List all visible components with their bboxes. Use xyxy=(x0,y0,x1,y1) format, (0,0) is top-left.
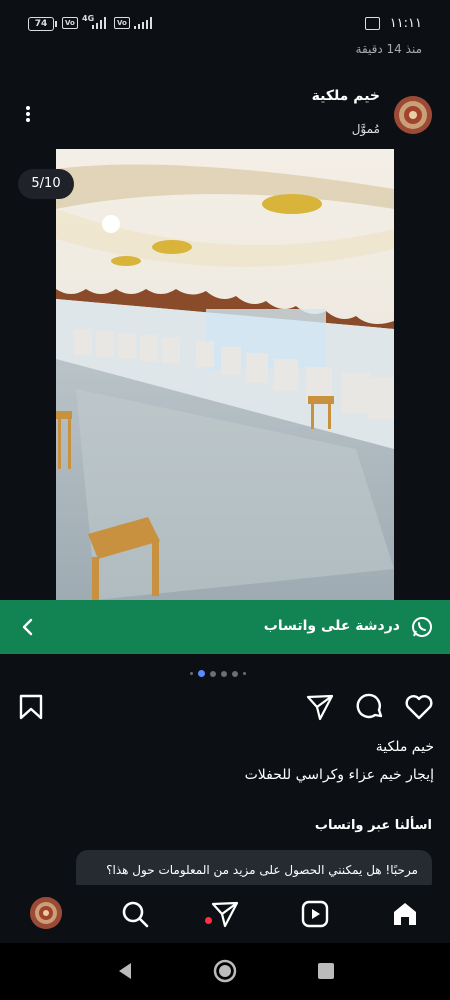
volte-icon: Vo xyxy=(62,17,78,29)
send-icon[interactable] xyxy=(210,899,240,929)
bottom-navigation xyxy=(0,885,450,943)
carousel-dots xyxy=(190,670,246,677)
back-icon[interactable] xyxy=(115,961,135,981)
carousel-dot-active xyxy=(198,670,205,677)
image-counter: 5/10 xyxy=(18,169,74,199)
whatsapp-cta-button[interactable]: دردشة على واتساب xyxy=(0,600,450,654)
whatsapp-ask-title: اسألنا عبر واتساب xyxy=(314,818,432,833)
signal-bars-icon-2 xyxy=(134,17,152,29)
carousel-dot xyxy=(210,670,216,677)
notification-dot xyxy=(205,917,212,924)
home-icon[interactable] xyxy=(390,899,420,929)
battery-indicator: 74 xyxy=(28,17,57,31)
status-bar: 74 Vo 4G Vo ١١:١١ xyxy=(0,0,450,44)
more-options-icon[interactable] xyxy=(18,104,38,126)
share-icon[interactable] xyxy=(305,692,335,722)
heart-icon[interactable] xyxy=(404,692,434,722)
post-time: منذ 14 دقيقة xyxy=(355,42,422,56)
sponsored-label: مُموَّل xyxy=(351,122,380,136)
message-preview-text: مرحبًا! هل يمكنني الحصول على مزيد من الم… xyxy=(106,863,418,877)
home-button-icon[interactable] xyxy=(213,959,237,983)
whatsapp-cta-label: دردشة على واتساب xyxy=(263,618,400,634)
reels-icon[interactable] xyxy=(300,899,330,929)
screen-icon xyxy=(365,17,380,30)
clock-time: ١١:١١ xyxy=(389,16,422,31)
search-icon[interactable] xyxy=(120,899,150,929)
account-name[interactable]: خيم ملكية xyxy=(312,88,380,104)
recents-icon[interactable] xyxy=(317,962,335,980)
volte-icon-2: Vo xyxy=(114,17,130,29)
profile-avatar[interactable] xyxy=(30,897,62,929)
post-image[interactable] xyxy=(56,149,394,600)
bookmark-icon[interactable] xyxy=(16,692,46,722)
comment-icon[interactable] xyxy=(355,692,385,722)
account-avatar[interactable] xyxy=(394,96,432,134)
carousel-dot xyxy=(221,670,227,677)
signal-bars-icon xyxy=(92,17,106,29)
carousel-dot xyxy=(243,672,246,675)
whatsapp-icon xyxy=(410,615,434,639)
caption-account-name[interactable]: خيم ملكية xyxy=(376,739,434,755)
system-navigation-bar xyxy=(0,943,450,1000)
caption-text: إيجار خيم عزاء وكراسي للحفلات xyxy=(244,767,434,783)
carousel-dot xyxy=(232,670,238,677)
carousel-dot xyxy=(190,672,193,675)
chevron-left-icon xyxy=(16,615,40,639)
